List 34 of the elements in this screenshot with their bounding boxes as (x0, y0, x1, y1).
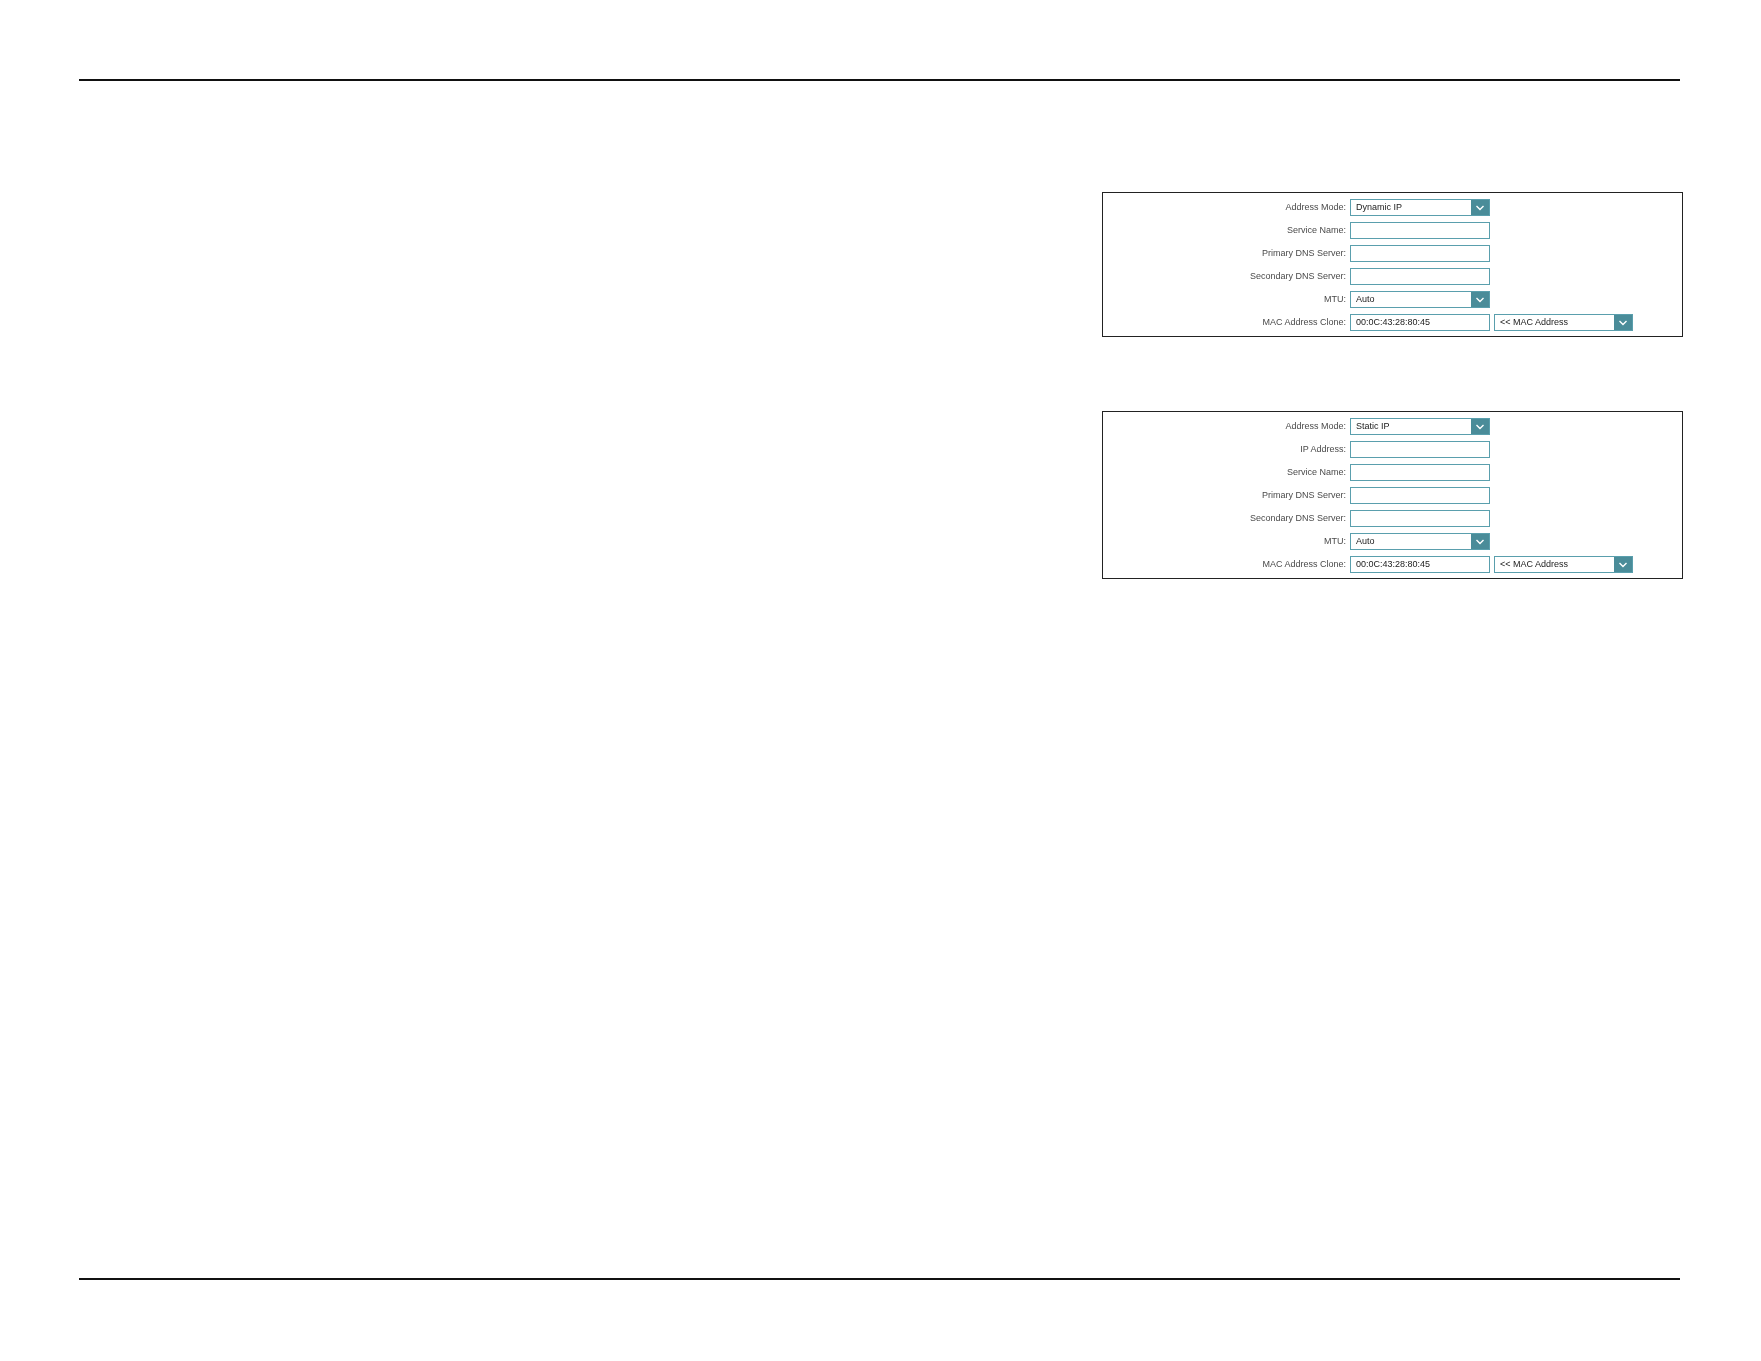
input-field[interactable] (1350, 464, 1490, 481)
field-label: Secondary DNS Server: (1249, 512, 1346, 525)
field-label: Address Mode: (1285, 420, 1346, 433)
input-field[interactable] (1350, 510, 1490, 527)
input-field[interactable] (1350, 222, 1490, 239)
field-label: Service Name: (1286, 466, 1346, 479)
dropdown-select[interactable]: Static IP (1350, 418, 1490, 435)
input-field[interactable]: 00:0C:43:28:80:45 (1350, 556, 1490, 573)
dropdown-select[interactable]: Auto (1350, 291, 1490, 308)
field-label: MAC Address Clone: (1262, 316, 1346, 329)
chevron-down-icon (1471, 292, 1489, 307)
field-label: IP Address: (1300, 443, 1346, 456)
chevron-down-icon (1614, 557, 1632, 572)
input-field[interactable] (1350, 487, 1490, 504)
field-label: Primary DNS Server: (1262, 247, 1346, 260)
chevron-down-icon (1471, 200, 1489, 215)
chevron-down-icon (1471, 419, 1489, 434)
chevron-down-icon (1614, 315, 1632, 330)
field-label: Service Name: (1286, 224, 1346, 237)
field-label: Secondary DNS Server: (1249, 270, 1346, 283)
dropdown-select[interactable]: Dynamic IP (1350, 199, 1490, 216)
dropdown-select[interactable]: << MAC Address (1494, 556, 1633, 573)
field-label: MAC Address Clone: (1262, 558, 1346, 571)
field-label: Address Mode: (1285, 201, 1346, 214)
input-field[interactable] (1350, 245, 1490, 262)
input-field[interactable] (1350, 268, 1490, 285)
input-field[interactable] (1350, 441, 1490, 458)
field-label: Primary DNS Server: (1262, 489, 1346, 502)
input-field[interactable]: 00:0C:43:28:80:45 (1350, 314, 1490, 331)
dropdown-select[interactable]: Auto (1350, 533, 1490, 550)
field-label: MTU: (1324, 293, 1346, 306)
dropdown-select[interactable]: << MAC Address (1494, 314, 1633, 331)
field-label: MTU: (1324, 535, 1346, 548)
chevron-down-icon (1471, 534, 1489, 549)
